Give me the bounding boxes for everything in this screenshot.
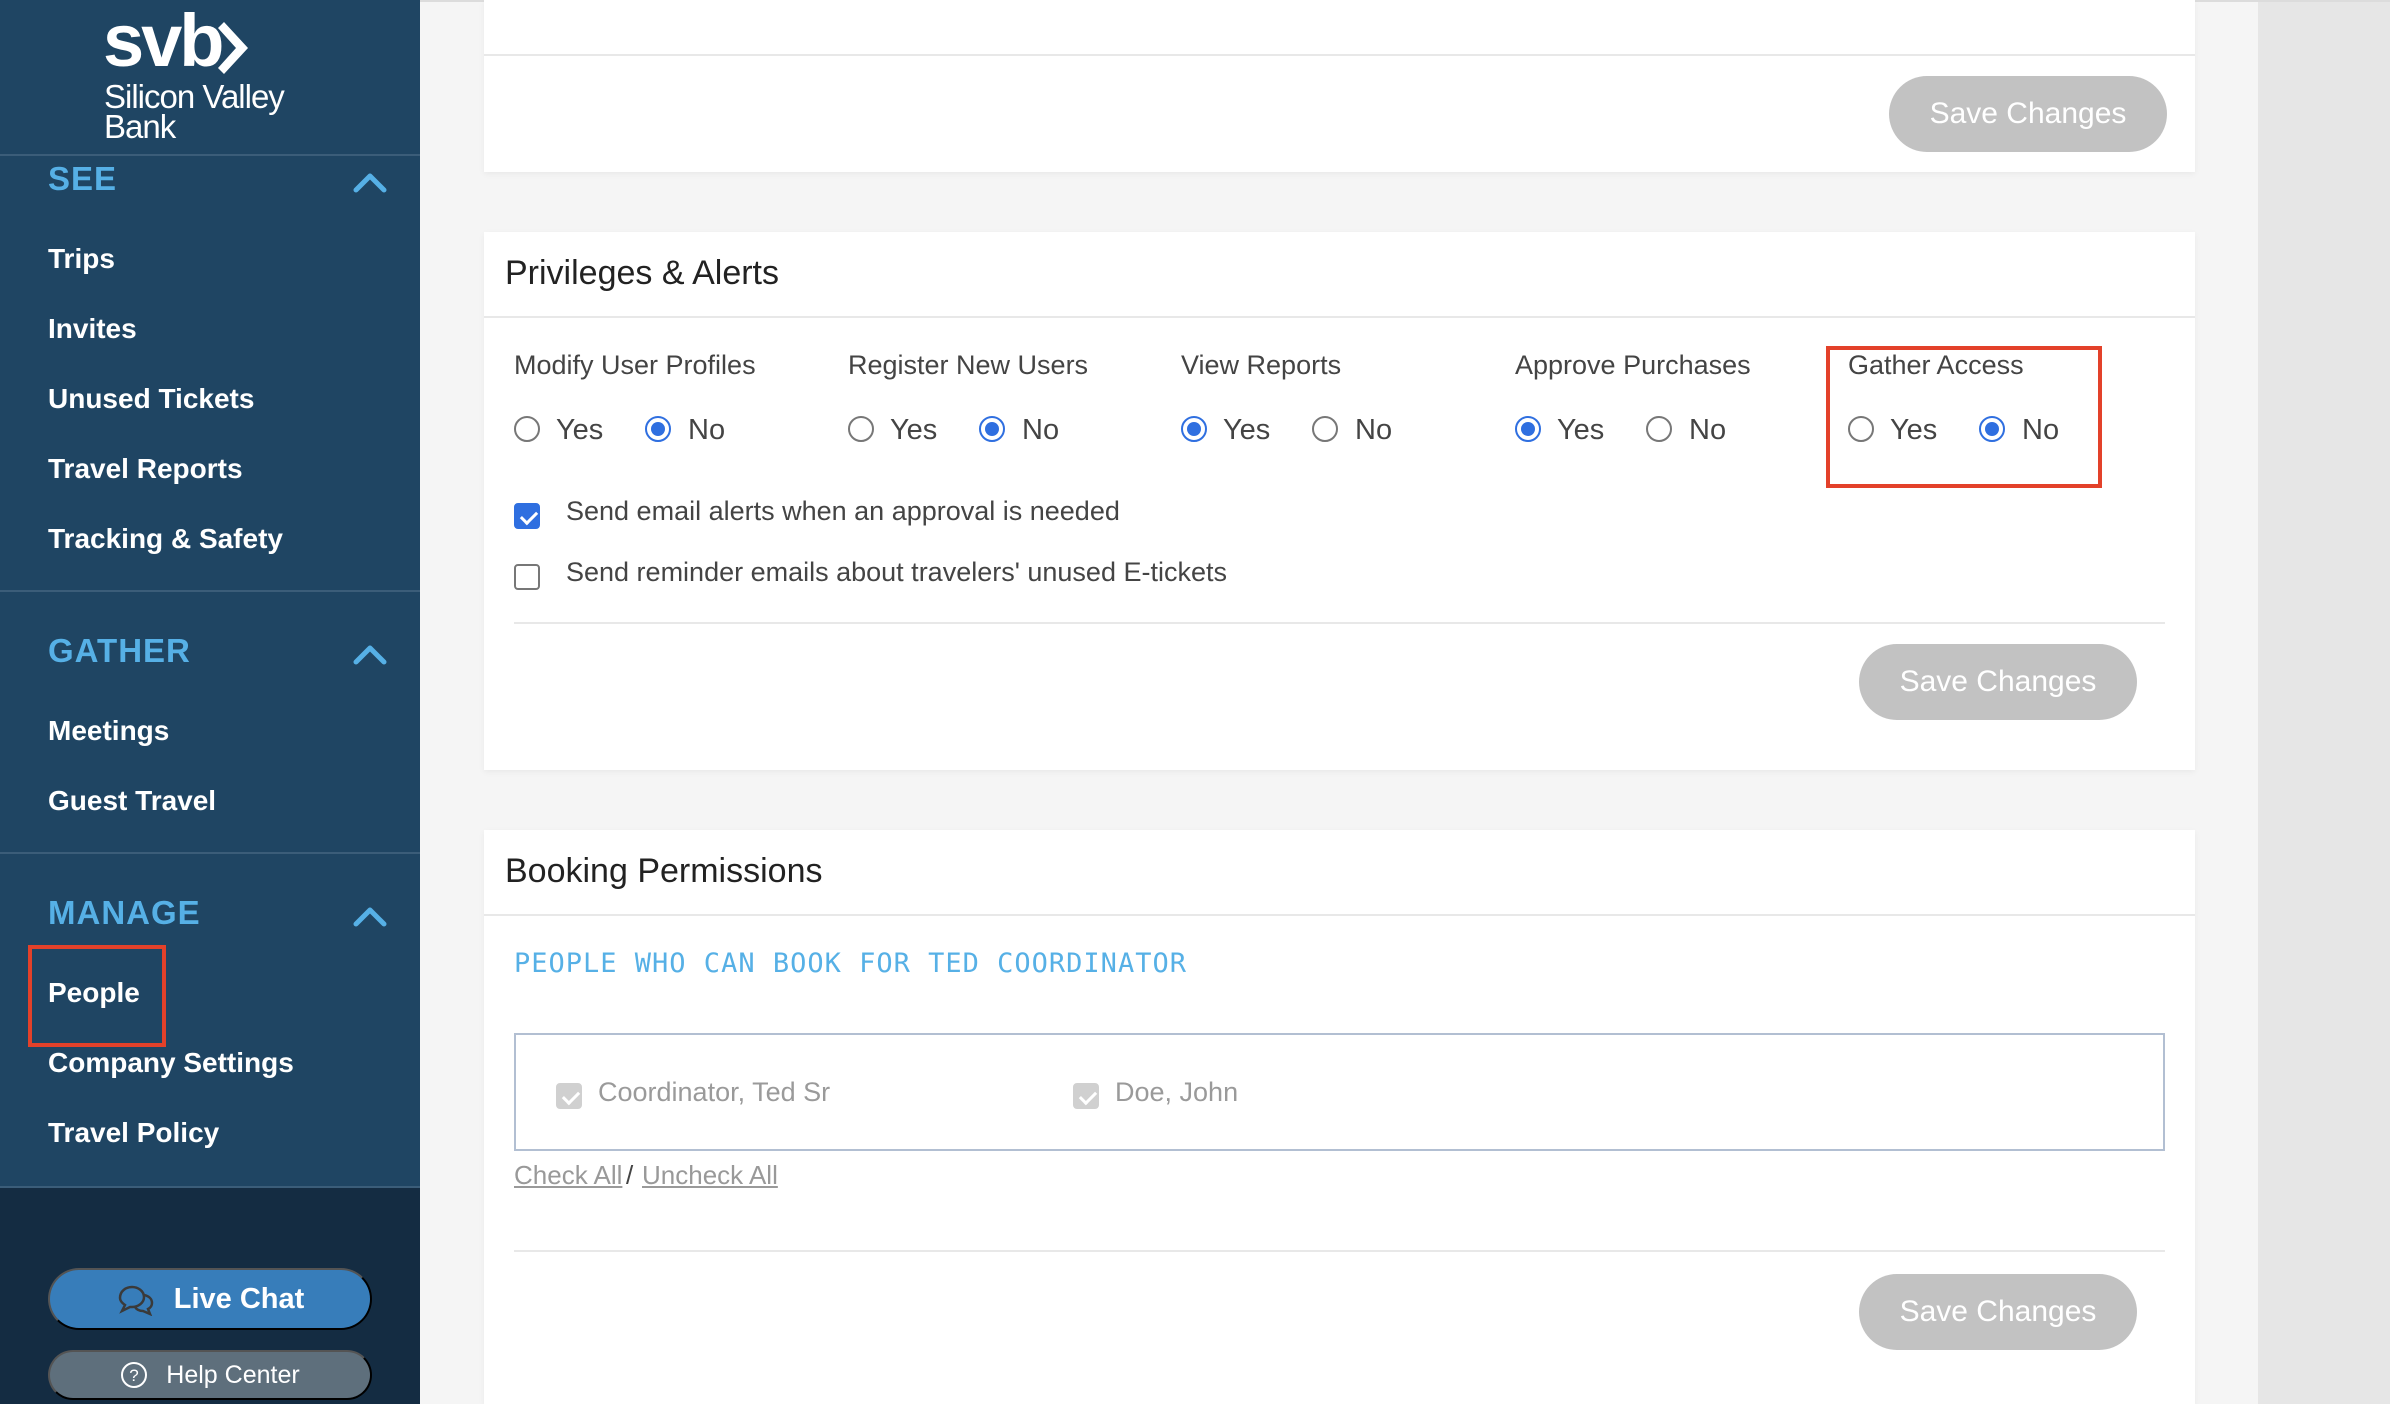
email-alerts-label: Send email alerts when an approval is ne… [566, 496, 1120, 526]
nav-section-gather[interactable]: GATHER [48, 632, 191, 670]
card-divider [484, 914, 2195, 916]
person-label-coordinator: Coordinator, Ted Sr [598, 1077, 831, 1107]
approve-purchases-yes-radio[interactable] [1515, 416, 1541, 442]
modify-user-profiles-label: Modify User Profiles [514, 350, 756, 380]
radio-label-no: No [1689, 414, 1727, 446]
logo-wordmark: svb [103, 0, 225, 82]
sidebar-item-trips[interactable]: Trips [48, 243, 115, 275]
radio-label-yes: Yes [1557, 414, 1605, 446]
card-divider [484, 316, 2195, 318]
uncheck-all-link[interactable]: Uncheck All [642, 1160, 778, 1191]
nav-divider [0, 852, 420, 854]
live-chat-button[interactable]: Live Chat [48, 1268, 372, 1330]
save-changes-button-privileges[interactable]: Save Changes [1859, 644, 2137, 720]
sidebar: svb Silicon Valley Bank SEE Trips Invite… [0, 0, 420, 1404]
chat-bubbles-icon [118, 1285, 153, 1316]
sidebar-item-travel-policy[interactable]: Travel Policy [48, 1117, 219, 1149]
register-new-users-label: Register New Users [848, 350, 1089, 380]
people-list-box: Coordinator, Ted Sr Doe, John [514, 1033, 2165, 1151]
view-reports-yes-radio[interactable] [1181, 416, 1207, 442]
register-new-users-no-radio[interactable] [979, 416, 1005, 442]
section-divider [514, 622, 2165, 624]
approve-purchases-label: Approve Purchases [1515, 350, 1751, 380]
sidebar-item-company-settings[interactable]: Company Settings [48, 1047, 294, 1079]
privileges-title: Privileges & Alerts [505, 254, 779, 292]
modify-user-profiles-no-radio[interactable] [645, 416, 671, 442]
save-changes-button-top[interactable]: Save Changes [1889, 76, 2167, 152]
sidebar-footer: Live Chat ? Help Center [0, 1186, 420, 1404]
save-changes-button-booking[interactable]: Save Changes [1859, 1274, 2137, 1350]
logo-bank-name: Silicon Valley Bank [104, 78, 285, 145]
radio-label-no: No [1022, 414, 1060, 446]
person-label-doe: Doe, John [1115, 1077, 1239, 1107]
radio-label-no: No [1355, 414, 1393, 446]
previous-settings-card: Save Changes [484, 0, 2195, 172]
section-divider [514, 1250, 2165, 1252]
sidebar-item-tracking-safety[interactable]: Tracking & Safety [48, 523, 283, 555]
nav-section-manage[interactable]: MANAGE [48, 894, 201, 932]
sidebar-item-meetings[interactable]: Meetings [48, 715, 169, 747]
right-gutter [2258, 0, 2390, 1404]
booking-subtitle: PEOPLE WHO CAN BOOK FOR TED COORDINATOR [514, 948, 1187, 979]
reminder-emails-label: Send reminder emails about travelers' un… [566, 557, 1227, 587]
person-checkbox-coordinator[interactable] [556, 1083, 582, 1109]
radio-label-yes: Yes [890, 414, 938, 446]
nav-divider [0, 590, 420, 592]
svg-text:?: ? [130, 1366, 139, 1385]
person-checkbox-doe[interactable] [1073, 1083, 1099, 1109]
view-reports-label: View Reports [1181, 350, 1342, 380]
help-question-icon: ? [121, 1362, 148, 1388]
privileges-alerts-card: Privileges & Alerts Modify User Profiles… [484, 232, 2195, 770]
chevron-up-icon[interactable] [352, 642, 388, 666]
link-separator: / [626, 1160, 634, 1190]
email-alerts-checkbox[interactable] [514, 503, 540, 529]
sidebar-item-unused-tickets[interactable]: Unused Tickets [48, 383, 254, 415]
radio-label-yes: Yes [1223, 414, 1271, 446]
sidebar-item-guest-travel[interactable]: Guest Travel [48, 785, 216, 817]
approve-purchases-no-radio[interactable] [1646, 416, 1672, 442]
nav-section-see[interactable]: SEE [48, 160, 117, 198]
sidebar-item-travel-reports[interactable]: Travel Reports [48, 453, 243, 485]
reminder-emails-checkbox[interactable] [514, 564, 540, 590]
people-highlight-box [28, 945, 166, 1047]
modify-user-profiles-yes-radio[interactable] [514, 416, 540, 442]
logo-chevron-icon [218, 22, 248, 74]
gather-access-highlight-box [1826, 346, 2102, 488]
register-new-users-yes-radio[interactable] [848, 416, 874, 442]
help-center-button[interactable]: ? Help Center [48, 1350, 372, 1400]
radio-label-yes: Yes [556, 414, 604, 446]
check-all-link[interactable]: Check All [514, 1160, 622, 1191]
sidebar-item-invites[interactable]: Invites [48, 313, 137, 345]
booking-title: Booking Permissions [505, 852, 823, 890]
radio-label-no: No [688, 414, 726, 446]
card-divider [484, 54, 2195, 56]
chevron-up-icon[interactable] [352, 904, 388, 928]
live-chat-label: Live Chat [173, 1282, 305, 1315]
view-reports-no-radio[interactable] [1312, 416, 1338, 442]
booking-permissions-card: Booking Permissions PEOPLE WHO CAN BOOK … [484, 830, 2195, 1404]
chevron-up-icon[interactable] [352, 170, 388, 194]
svb-logo[interactable]: svb Silicon Valley Bank [0, 0, 420, 156]
help-center-label: Help Center [166, 1360, 300, 1389]
